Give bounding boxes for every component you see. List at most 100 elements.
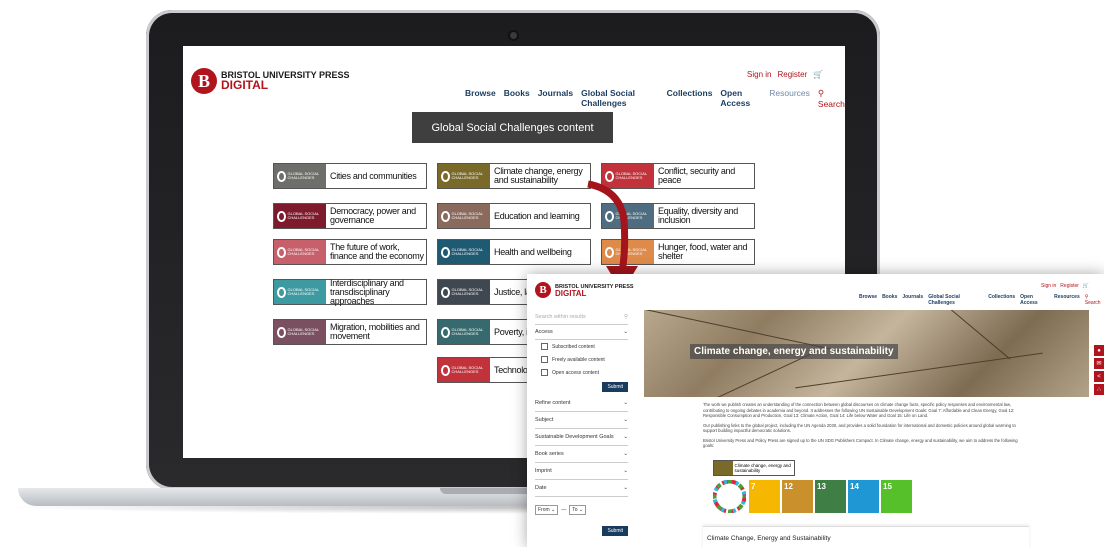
rss-icon[interactable]: ∴ [1094, 384, 1104, 395]
nav-gsc[interactable]: Global Social Challenges [581, 88, 658, 109]
tnav-journals[interactable]: Journals [902, 294, 923, 306]
check-subscribed[interactable]: Subscribed content [535, 340, 628, 353]
tnav-search[interactable]: ⚲ Search [1085, 294, 1104, 306]
register-link-small[interactable]: Register [1060, 283, 1079, 289]
crack [917, 310, 1011, 360]
tile-badge: GLOBAL SOCIAL CHALLENGES [438, 164, 490, 188]
badge-text: GLOBAL SOCIAL CHALLENGES [287, 247, 320, 256]
filter-label: Imprint [535, 468, 552, 474]
checkbox[interactable] [541, 343, 548, 350]
tnav-browse[interactable]: Browse [859, 294, 877, 306]
tnav-gsc[interactable]: Global Social Challenges [928, 294, 983, 306]
badge-text: GLOBAL SOCIAL CHALLENGES [451, 365, 484, 374]
tile-label: Migration, mobilities and movement [330, 322, 420, 341]
sdg-goal-number: 15 [883, 482, 892, 491]
date-to-select[interactable]: To ⌄ [569, 505, 587, 515]
challenge-tile[interactable]: GLOBAL SOCIAL CHALLENGES Health and wellb… [437, 239, 591, 265]
filter-row[interactable]: Subject ⌄ [535, 412, 628, 429]
sdg-goal-icon[interactable]: 13 [815, 480, 846, 513]
challenge-tile[interactable]: GLOBAL SOCIAL CHALLENGES Cities and commu… [273, 163, 427, 189]
submit-wrap: Submit [535, 382, 628, 392]
challenge-tile[interactable]: GLOBAL SOCIAL CHALLENGES Education and le… [437, 203, 591, 229]
tile-badge: GLOBAL SOCIAL CHALLENGES [438, 320, 490, 344]
mail-icon[interactable]: ✉ [1094, 358, 1104, 369]
sdg-goal-number: 7 [751, 482, 756, 491]
chevron-down-icon: ⌄ [623, 451, 628, 457]
cart-icon-small[interactable]: 🛒 [1083, 283, 1089, 289]
nav-collections[interactable]: Collections [667, 88, 713, 109]
sdg-goal-icon[interactable]: 14 [848, 480, 879, 513]
badge-text: GLOBAL SOCIAL CHALLENGES [451, 211, 484, 220]
nav-open-access[interactable]: Open Access [720, 88, 761, 109]
filter-sidebar: Search within results ⚲ Access ⌄ Subscri… [535, 310, 628, 536]
chevron-down-icon: ⌄ [623, 434, 628, 440]
filter-row[interactable]: Refine content ⌄ [535, 395, 628, 412]
filter-row[interactable]: Sustainable Development Goals ⌄ [535, 429, 628, 446]
challenge-tile[interactable]: GLOBAL SOCIAL CHALLENGES Democracy, power… [273, 203, 427, 229]
tnav-open-access[interactable]: Open Access [1020, 294, 1049, 306]
result-card: Climate Change, Energy and Sustainabilit… [703, 526, 1029, 547]
signin-link-small[interactable]: Sign in [1041, 283, 1056, 289]
paragraph: The work we publish creates an understan… [703, 402, 1015, 418]
badge-ring-icon [441, 246, 450, 258]
nav-journals[interactable]: Journals [538, 88, 573, 109]
filter-label: Book series [535, 451, 564, 457]
sidebar-search-input[interactable]: Search within results [535, 314, 586, 320]
share-icon[interactable]: < [1094, 371, 1104, 382]
check-free[interactable]: Freely available content [535, 353, 628, 366]
filter-row[interactable]: Book series ⌄ [535, 446, 628, 463]
tile-label: Cities and communities [330, 170, 417, 181]
submit-button-2[interactable]: Submit [602, 526, 628, 536]
date-from-select[interactable]: From ⌄ [535, 505, 559, 515]
checkbox[interactable] [541, 369, 548, 376]
sdg-goal-icon[interactable]: 12 [782, 480, 813, 513]
challenge-tile[interactable]: GLOBAL SOCIAL CHALLENGES The future of wo… [273, 239, 427, 265]
tile-label: Climate change, energy and sustainabilit… [734, 463, 791, 473]
tnav-resources[interactable]: Resources [1054, 294, 1080, 306]
filter-access[interactable]: Access ⌄ [535, 325, 628, 340]
register-link[interactable]: Register [777, 70, 807, 79]
nav-browse[interactable]: Browse [465, 88, 496, 109]
filter-row[interactable]: Imprint ⌄ [535, 463, 628, 480]
sdg-goal-icon[interactable]: 7 [749, 480, 780, 513]
search-icon: ⚲ [623, 314, 628, 320]
tnav-collections[interactable]: Collections [988, 294, 1015, 306]
site-logo[interactable]: B BRISTOL UNIVERSITY PRESS DIGITAL [191, 68, 350, 94]
cart-icon[interactable]: 🛒 [813, 70, 823, 79]
challenge-tile[interactable]: GLOBAL SOCIAL CHALLENGES Interdisciplinar… [273, 278, 427, 305]
submit2-wrap: Submit [535, 526, 628, 536]
sdg-goal-number: 12 [784, 482, 793, 491]
lock-icon[interactable]: ● [1094, 345, 1104, 356]
nav-resources[interactable]: Resources [769, 88, 810, 109]
badge-text: GLOBAL SOCIAL CHALLENGES [615, 171, 648, 180]
submit-button[interactable]: Submit [602, 382, 628, 392]
result-title[interactable]: Climate Change, Energy and Sustainabilit… [703, 527, 1029, 547]
logo-mark: B [191, 68, 217, 94]
challenge-tile[interactable]: GLOBAL SOCIAL CHALLENGES Migration, mobil… [273, 319, 427, 345]
tile-badge: GLOBAL SOCIAL CHALLENGES [274, 240, 326, 264]
tile-label: Health and wellbeing [494, 246, 572, 257]
nav-search[interactable]: ⚲ Search [818, 88, 845, 109]
date-range: From ⌄ — To ⌄ [535, 505, 628, 515]
nav-books[interactable]: Books [504, 88, 530, 109]
checkbox[interactable] [541, 356, 548, 363]
climate-tile-small[interactable]: Climate change, energy and sustainabilit… [713, 460, 795, 476]
signin-link[interactable]: Sign in [747, 70, 771, 79]
site-logo-small[interactable]: B BRISTOL UNIVERSITY PRESS DIGITAL [535, 282, 634, 298]
filter-row[interactable]: Date ⌄ [535, 480, 628, 497]
challenge-tile[interactable]: GLOBAL SOCIAL CHALLENGES Climate change, … [437, 163, 591, 189]
filter-label: Refine content [535, 400, 571, 406]
badge-text: GLOBAL SOCIAL CHALLENGES [287, 211, 320, 220]
tnav-search-label: Search [1084, 300, 1101, 306]
tnav-books[interactable]: Books [882, 294, 897, 306]
badge-ring-icon [277, 286, 286, 298]
check-open[interactable]: Open access content [535, 366, 628, 379]
badge-text: GLOBAL SOCIAL CHALLENGES [287, 171, 320, 180]
hero-banner: Climate change, energy and sustainabilit… [644, 310, 1089, 397]
filter-list: Refine content ⌄ Subject ⌄ Sustainable Devel… [535, 395, 628, 497]
sidebar-search[interactable]: Search within results ⚲ [535, 310, 628, 325]
sdg-goal-icon[interactable]: 15 [881, 480, 912, 513]
tile-label: Education and learning [494, 210, 580, 221]
tile-badge: GLOBAL SOCIAL CHALLENGES [274, 280, 326, 304]
badge-ring-icon [277, 210, 286, 222]
